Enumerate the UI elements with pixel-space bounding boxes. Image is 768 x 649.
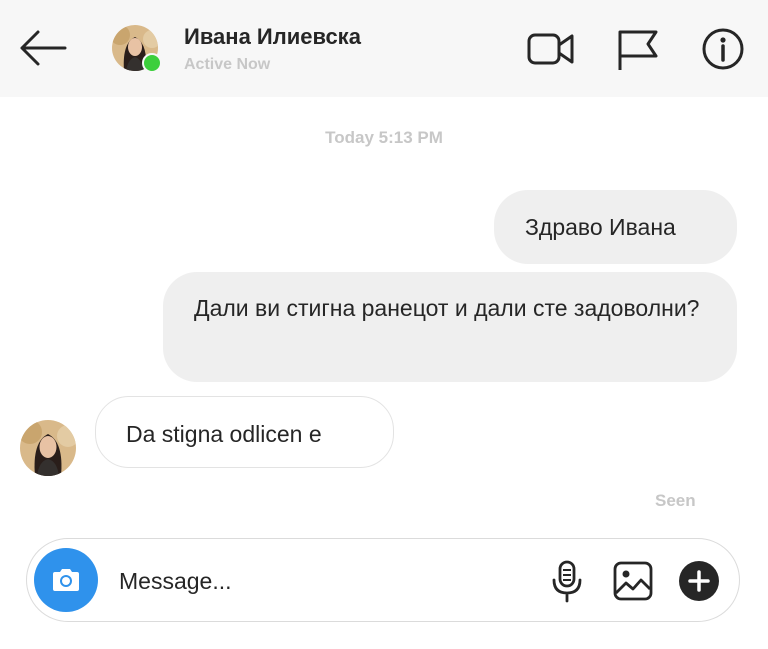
plus-icon[interactable] [677, 558, 721, 604]
sent-message-bubble[interactable]: Дали ви стигна ранецот и дали сте задово… [163, 272, 737, 382]
active-status: Active Now [184, 56, 271, 73]
message-composer [26, 538, 740, 622]
camera-button[interactable] [34, 548, 98, 612]
contact-avatar-small[interactable] [20, 420, 76, 476]
microphone-icon[interactable] [545, 558, 589, 604]
contact-avatar[interactable] [112, 25, 162, 73]
contact-name[interactable]: Ивана Илиевска [184, 24, 389, 50]
online-status-dot [142, 53, 162, 73]
back-arrow-icon[interactable] [18, 28, 68, 68]
image-icon[interactable] [611, 558, 655, 604]
message-timestamp: Today 5:13 PM [325, 128, 443, 147]
video-call-icon[interactable] [526, 26, 576, 72]
seen-indicator: Seen [655, 491, 696, 510]
message-input[interactable] [119, 561, 519, 601]
flag-icon[interactable] [612, 26, 662, 72]
chat-header: Ивана Илиевска Active Now [0, 0, 768, 97]
sent-message-bubble[interactable]: Здраво Ивана [494, 190, 737, 264]
info-icon[interactable] [699, 26, 749, 72]
received-message-bubble[interactable]: Da stigna odlicen e [95, 396, 394, 468]
camera-icon [53, 569, 79, 591]
